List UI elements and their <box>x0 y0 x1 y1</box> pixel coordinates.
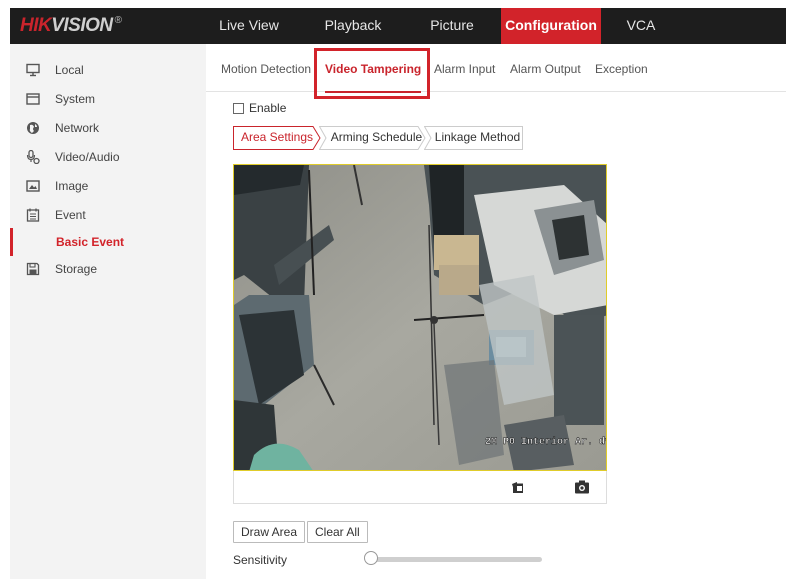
checkbox-box[interactable] <box>233 102 244 114</box>
brand-logo: HIKVISION ® <box>20 15 122 36</box>
sidebar-item-event[interactable]: Event <box>10 201 206 229</box>
tab-alarm-input[interactable]: Alarm Input <box>434 52 495 92</box>
nav-vca[interactable]: VCA <box>601 8 681 44</box>
live-video-preview[interactable]: 2M P0 Interior Ar. dvos12 <box>233 164 607 471</box>
tab-video-tampering[interactable]: Video Tampering <box>325 52 422 93</box>
active-indicator <box>10 228 13 256</box>
step-area-settings[interactable]: Area Settings <box>233 126 321 150</box>
image-icon <box>26 179 40 193</box>
sidebar-item-network[interactable]: Network <box>10 114 206 142</box>
sidebar-item-system[interactable]: System <box>10 85 206 113</box>
osd-text: 2M P0 Interior Ar. dvos12 <box>485 436 607 448</box>
enable-label: Enable <box>249 101 287 115</box>
sidebar-item-label: Network <box>55 121 100 135</box>
nav-live-view[interactable]: Live View <box>195 8 303 44</box>
calendar-icon <box>26 208 40 222</box>
sensitivity-slider-track[interactable] <box>374 557 542 562</box>
tab-motion-detection[interactable]: Motion Detection <box>221 52 311 92</box>
record-icon[interactable] <box>511 480 525 497</box>
main-nav: Live View Playback Picture Configuration… <box>195 8 681 44</box>
sidebar-item-label: Storage <box>55 262 98 276</box>
video-toolbar <box>233 471 607 504</box>
camera-icon[interactable] <box>574 480 590 497</box>
window-icon <box>26 92 40 106</box>
sidebar-item-video-audio[interactable]: Video/Audio <box>10 143 206 171</box>
sidebar-item-label: Image <box>55 179 89 193</box>
nav-playback[interactable]: Playback <box>303 8 403 44</box>
enable-checkbox[interactable]: Enable <box>233 101 286 115</box>
top-navigation-bar: HIKVISION ® Live View Playback Picture Co… <box>10 8 786 44</box>
globe-icon <box>26 121 40 135</box>
video-frame: 2M P0 Interior Ar. dvos12 <box>234 165 607 470</box>
tab-alarm-output[interactable]: Alarm Output <box>510 52 581 92</box>
sidebar-item-label: Video/Audio <box>55 150 120 164</box>
sidebar-item-local[interactable]: Local <box>10 56 206 84</box>
sensitivity-slider-thumb[interactable] <box>364 551 378 565</box>
mic-camera-icon <box>26 150 40 164</box>
sidebar-subitem-label: Basic Event <box>56 235 125 249</box>
clear-all-button[interactable]: Clear All <box>307 521 368 543</box>
event-subtabs: Motion Detection Video Tampering Alarm I… <box>206 52 786 93</box>
sidebar-item-label: System <box>55 92 96 106</box>
sidebar-item-label: Event <box>55 208 86 222</box>
step-arming-schedule[interactable]: Arming Schedule <box>319 126 426 150</box>
floppy-icon <box>26 262 40 276</box>
sidebar-item-label: Local <box>55 63 84 77</box>
nav-picture[interactable]: Picture <box>403 8 501 44</box>
nav-configuration[interactable]: Configuration <box>501 8 601 44</box>
sidebar-item-basic-event[interactable]: Basic Event <box>10 228 206 256</box>
tab-exception[interactable]: Exception <box>595 52 648 92</box>
monitor-icon <box>26 63 40 77</box>
step-linkage-method[interactable]: Linkage Method <box>424 126 523 150</box>
draw-area-button[interactable]: Draw Area <box>233 521 306 543</box>
sidebar-item-image[interactable]: Image <box>10 172 206 200</box>
sensitivity-label: Sensitivity <box>233 553 288 567</box>
sidebar: Local System Network Video/Audio Image E… <box>10 44 206 579</box>
sidebar-item-storage[interactable]: Storage <box>10 255 206 283</box>
